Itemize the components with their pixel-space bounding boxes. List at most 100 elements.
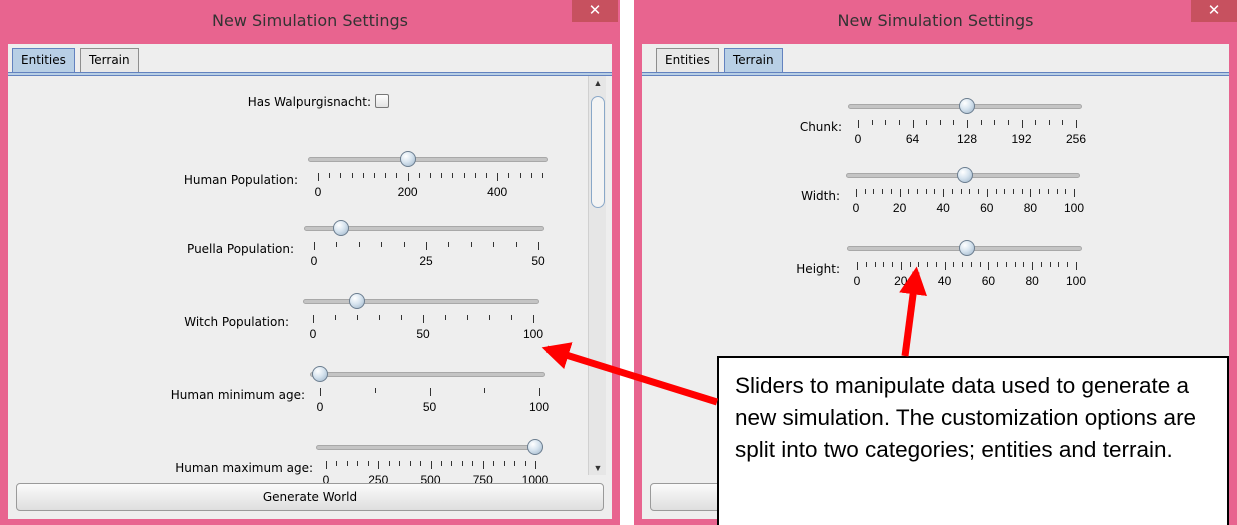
chunk-tick [872, 120, 873, 125]
walpurgisnacht-checkbox[interactable] [375, 94, 389, 108]
witch-population-tick [489, 315, 490, 320]
human-population-label: Human Population: [183, 173, 298, 187]
close-button[interactable]: ✕ [572, 0, 618, 22]
puella-population-tick [404, 242, 405, 247]
height-tick [1032, 262, 1033, 270]
width-tick [1030, 189, 1031, 197]
width-tick-label: 40 [936, 201, 950, 215]
witch-population-tick-label: 0 [309, 327, 317, 341]
height-tick-label: 80 [1025, 274, 1039, 288]
generate-world-button[interactable]: Generate World [16, 483, 604, 511]
width-tick [961, 189, 962, 194]
chunk-tick [885, 120, 886, 125]
width-tick [908, 189, 909, 194]
chunk-slider-thumb[interactable] [959, 98, 975, 114]
height-slider-thumb[interactable] [958, 240, 975, 256]
puella-population-tick [336, 242, 337, 247]
human-population-tick [318, 173, 319, 181]
height-tick-label: 40 [937, 274, 952, 288]
human-minimum-age-tick [320, 388, 321, 396]
witch-population-tick [445, 315, 446, 320]
width-tick [917, 189, 918, 194]
witch-population-tick [379, 315, 380, 320]
height-tick [927, 262, 928, 267]
width-tick-label: 60 [980, 201, 994, 215]
witch-population-slider-track[interactable] [303, 299, 539, 304]
puella-population-tick-label: 0 [310, 254, 318, 268]
witch-population-label: Witch Population: [184, 315, 289, 329]
title-bar[interactable]: New Simulation Settings ✕ [0, 0, 620, 44]
chunk-tick [1062, 120, 1063, 125]
scroll-up-arrow-icon[interactable]: ▲ [589, 76, 607, 90]
human-population-tick [408, 173, 409, 181]
close-button[interactable]: ✕ [1191, 0, 1237, 22]
puella-population-tick [359, 242, 360, 247]
walpurgisnacht-label: Has Walpurgisnacht: [247, 95, 371, 109]
human-population-tick [363, 173, 364, 178]
human-maximum-age-label: Human maximum age: [175, 461, 313, 475]
height-tick [945, 262, 946, 270]
height-tick [1006, 262, 1007, 267]
human-minimum-age-label: Human minimum age: [170, 388, 305, 402]
human-maximum-age-tick [336, 461, 337, 466]
witch-population-tick [401, 315, 402, 320]
chunk-label: Chunk: [799, 120, 842, 134]
chunk-tick-label: 64 [905, 132, 920, 146]
height-tick [883, 262, 884, 267]
tab-terrain[interactable]: Terrain [724, 48, 783, 72]
human-population-tick [486, 173, 487, 178]
puella-population-tick [448, 242, 449, 247]
human-minimum-age-slider-thumb[interactable] [312, 366, 328, 382]
height-tick [988, 262, 989, 270]
scrollbar-thumb[interactable] [591, 96, 605, 208]
width-tick [943, 189, 944, 197]
human-maximum-age-tick [431, 461, 432, 469]
human-population-slider-track[interactable] [308, 157, 548, 162]
height-tick [910, 262, 911, 267]
width-tick [987, 189, 988, 197]
title-bar[interactable]: New Simulation Settings ✕ [634, 0, 1237, 44]
scroll-down-arrow-icon[interactable]: ▼ [589, 461, 607, 475]
chunk-tick-label: 128 [956, 132, 978, 146]
human-maximum-age-slider-track[interactable] [316, 445, 541, 450]
witch-population-tick [511, 315, 512, 320]
window-title: New Simulation Settings [212, 11, 408, 30]
human-population-slider-thumb[interactable] [399, 151, 416, 167]
height-tick [901, 262, 902, 270]
witch-population-tick [313, 315, 314, 323]
human-maximum-age-tick [483, 461, 484, 469]
width-tick [926, 189, 927, 194]
human-minimum-age-slider-track[interactable] [310, 372, 545, 377]
width-tick-label: 0 [852, 201, 860, 215]
width-tick [1074, 189, 1075, 197]
human-minimum-age-tick-label: 0 [316, 400, 324, 414]
width-tick [978, 189, 979, 194]
annotation-text: Sliders to manipulate data used to gener… [735, 373, 1197, 462]
tab-entities[interactable]: Entities [656, 48, 719, 72]
human-population-tick [329, 173, 330, 178]
human-population-tick [419, 173, 420, 178]
tab-entities[interactable]: Entities [12, 48, 75, 72]
height-tick-label: 60 [981, 274, 996, 288]
chunk-tick [940, 120, 941, 125]
height-tick [857, 262, 858, 270]
height-tick [1015, 262, 1016, 267]
width-slider-thumb[interactable] [957, 167, 973, 183]
human-population-tick [374, 173, 375, 178]
human-maximum-age-tick [493, 461, 494, 466]
chunk-tick [858, 120, 859, 128]
puella-population-slider-thumb[interactable] [332, 220, 349, 236]
human-population-tick [520, 173, 521, 178]
human-population-tick [542, 173, 543, 178]
human-maximum-age-slider-thumb[interactable] [527, 439, 543, 455]
tab-terrain[interactable]: Terrain [80, 48, 139, 72]
witch-population-tick [357, 315, 358, 320]
width-tick [882, 189, 883, 194]
width-tick [856, 189, 857, 197]
vertical-scrollbar[interactable]: ▲ ▼ [588, 76, 606, 475]
height-tick-label: 20 [894, 274, 908, 288]
chunk-tick-label: 192 [1011, 132, 1032, 146]
height-tick [1076, 262, 1077, 270]
height-tick [1050, 262, 1051, 267]
witch-population-slider-thumb[interactable] [349, 293, 365, 309]
